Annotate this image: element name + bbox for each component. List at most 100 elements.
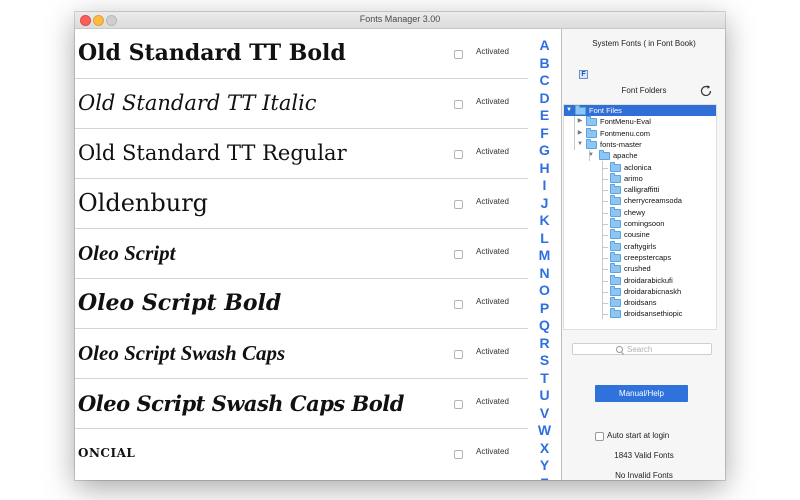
- auto-start-label[interactable]: Auto start at login: [607, 431, 669, 440]
- font-row[interactable]: Oleo Script Bold Activated: [75, 279, 528, 329]
- tree-item-droidsans[interactable]: droidsans: [564, 297, 716, 308]
- letter-r-link[interactable]: R: [528, 335, 561, 353]
- title-bar[interactable]: Fonts Manager 3.00: [75, 12, 725, 29]
- tree-guide: [602, 201, 608, 203]
- letter-f-link[interactable]: F: [528, 125, 561, 143]
- disclosure-closed-icon[interactable]: ▶: [576, 128, 584, 139]
- letter-i-link[interactable]: I: [528, 177, 561, 195]
- letter-o-link[interactable]: O: [528, 282, 561, 300]
- tree-item-fonts-master[interactable]: ▼ fonts-master: [564, 138, 716, 150]
- disclosure-open-icon[interactable]: ▼: [576, 139, 584, 150]
- app-window: Fonts Manager 3.00 Old Standard TT Bold …: [75, 12, 725, 480]
- font-status: Activated: [476, 247, 509, 256]
- tree-item-crushed[interactable]: crushed: [564, 263, 716, 274]
- letter-j-link[interactable]: J: [528, 195, 561, 213]
- letter-l-link[interactable]: L: [528, 230, 561, 248]
- letter-m-link[interactable]: M: [528, 247, 561, 265]
- tree-item-fontmenu-eval[interactable]: ▶ FontMenu-Eval: [564, 116, 716, 127]
- tree-item-label: comingsoon: [624, 219, 665, 228]
- letter-v-link[interactable]: V: [528, 405, 561, 423]
- tree-item-font-files[interactable]: ▼ Font Files: [564, 105, 716, 117]
- activate-checkbox[interactable]: [454, 350, 463, 359]
- letter-g-link[interactable]: G: [528, 142, 561, 160]
- font-list: Old Standard TT Bold Activated Old Stand…: [75, 29, 528, 480]
- folder-icon: [610, 297, 621, 308]
- search-input[interactable]: [627, 344, 707, 354]
- font-row[interactable]: Oleo Script Activated: [75, 229, 528, 279]
- tree-guide: [602, 190, 608, 192]
- letter-k-link[interactable]: K: [528, 212, 561, 230]
- letter-x-link[interactable]: X: [528, 440, 561, 458]
- activate-checkbox[interactable]: [454, 50, 463, 59]
- tree-item-label: fonts-master: [600, 139, 642, 149]
- tree-guide: [602, 303, 608, 305]
- letter-c-link[interactable]: C: [528, 72, 561, 90]
- tree-item-cherrycreamsoda[interactable]: cherrycreamsoda: [564, 195, 716, 206]
- font-row[interactable]: Oleo Script Swash Caps Bold Activated: [75, 379, 528, 429]
- activate-checkbox[interactable]: [454, 100, 463, 109]
- letter-n-link[interactable]: N: [528, 265, 561, 283]
- search-field[interactable]: [572, 343, 712, 355]
- folder-tree[interactable]: ▼ Font Files ▶ FontMenu-Eval ▶ Fontmenu.…: [563, 104, 717, 330]
- activate-checkbox[interactable]: [454, 450, 463, 459]
- tree-item-droidarabickufi[interactable]: droidarabickufi: [564, 274, 716, 286]
- folder-icon: [610, 251, 621, 262]
- letter-q-link[interactable]: Q: [528, 317, 561, 335]
- font-row[interactable]: Old Standard TT Italic Activated: [75, 79, 528, 129]
- tree-item-label: chewy: [624, 207, 646, 217]
- tree-item-label: droidsans: [624, 298, 657, 308]
- font-row[interactable]: Oldenburg Activated: [75, 179, 528, 229]
- letter-u-link[interactable]: U: [528, 387, 561, 405]
- activate-checkbox[interactable]: [454, 200, 463, 209]
- letter-d-link[interactable]: D: [528, 90, 561, 108]
- auto-start-checkbox[interactable]: [595, 432, 604, 441]
- font-name: Old Standard TT Italic: [78, 91, 317, 115]
- tree-item-craftygirls[interactable]: craftygirls: [564, 240, 716, 252]
- font-row[interactable]: Old Standard TT Regular Activated: [75, 129, 528, 179]
- letter-h-link[interactable]: H: [528, 160, 561, 178]
- letter-w-link[interactable]: W: [528, 422, 561, 440]
- disclosure-open-icon[interactable]: ▼: [565, 105, 573, 116]
- tree-item-fontmenu-com[interactable]: ▶ Fontmenu.com: [564, 127, 716, 139]
- letter-a-link[interactable]: A: [528, 37, 561, 55]
- font-book-icon[interactable]: F: [579, 70, 588, 79]
- font-row[interactable]: Oncial Activated: [75, 429, 528, 479]
- tree-guide: [602, 269, 608, 271]
- tree-item-label: Fontmenu.com: [600, 128, 651, 138]
- tree-item-arimo[interactable]: arimo: [564, 172, 716, 184]
- tree-item-label: craftygirls: [624, 241, 657, 251]
- tree-item-droidarabicnaskh[interactable]: droidarabicnaskh: [564, 285, 716, 297]
- tree-item-creepstercaps[interactable]: creepstercaps: [564, 251, 716, 263]
- activate-checkbox[interactable]: [454, 300, 463, 309]
- tree-item-cousine[interactable]: cousine: [564, 229, 716, 240]
- font-status: Activated: [476, 47, 509, 56]
- letter-y-link[interactable]: Y: [528, 457, 561, 475]
- letter-e-link[interactable]: E: [528, 107, 561, 125]
- tree-item-chewy[interactable]: chewy: [564, 206, 716, 218]
- letter-s-link[interactable]: S: [528, 352, 561, 370]
- letter-t-link[interactable]: T: [528, 370, 561, 388]
- font-row[interactable]: Oleo Script Swash Caps Activated: [75, 329, 528, 379]
- tree-item-aclonica[interactable]: aclonica: [564, 161, 716, 173]
- font-name: Old Standard TT Regular: [78, 141, 347, 165]
- folder-icon: [610, 285, 621, 296]
- tree-item-comingsoon[interactable]: comingsoon: [564, 218, 716, 229]
- refresh-icon[interactable]: [699, 84, 713, 98]
- manual-help-button[interactable]: Manual/Help: [595, 385, 688, 402]
- activate-checkbox[interactable]: [454, 150, 463, 159]
- tree-item-calligraffitti[interactable]: calligraffitti: [564, 184, 716, 195]
- folder-icon: [575, 105, 586, 115]
- activate-checkbox[interactable]: [454, 250, 463, 259]
- font-name: Oleo Script Swash Caps: [78, 341, 286, 365]
- font-row[interactable]: Old Standard TT Bold Activated: [75, 29, 528, 79]
- activate-checkbox[interactable]: [454, 400, 463, 409]
- tree-item-label: droidarabickufi: [624, 275, 673, 285]
- disclosure-open-icon[interactable]: ▼: [587, 150, 595, 161]
- tree-item-apache[interactable]: ▼ apache: [564, 150, 716, 161]
- folder-icon: [610, 172, 621, 183]
- letter-b-link[interactable]: B: [528, 55, 561, 73]
- disclosure-closed-icon[interactable]: ▶: [576, 116, 584, 127]
- letter-p-link[interactable]: P: [528, 300, 561, 318]
- tree-item-droidsansethiopic[interactable]: droidsansethiopic: [564, 308, 716, 319]
- letter-z-link[interactable]: Z: [528, 475, 561, 481]
